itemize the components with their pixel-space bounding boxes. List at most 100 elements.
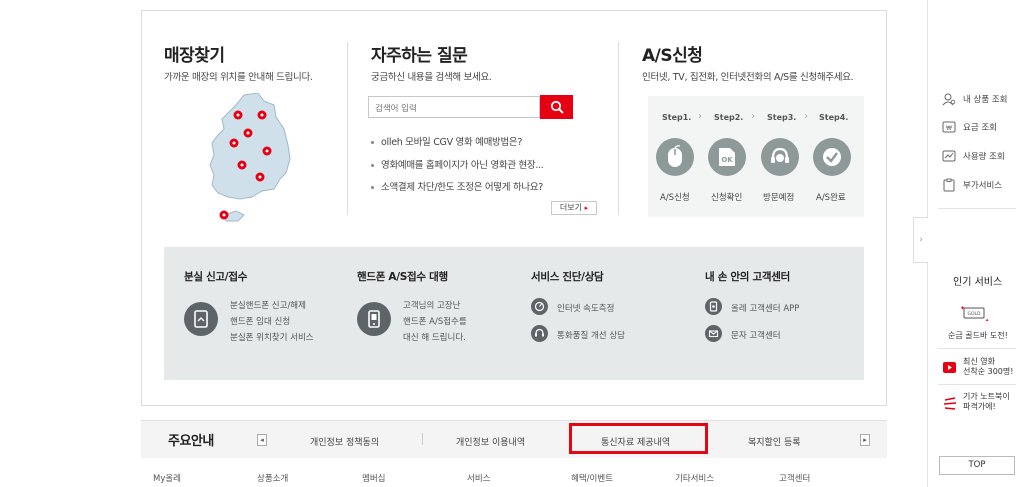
svg-text:₩: ₩	[946, 125, 952, 132]
chevron-right-icon: ›	[698, 111, 702, 122]
footer-nav-item[interactable]: My올레	[153, 472, 181, 484]
as-step-1[interactable]	[656, 138, 694, 176]
sms-center-link[interactable]: 문자 고객센터	[731, 329, 781, 341]
footer-nav-item[interactable]: 서비스	[467, 472, 490, 484]
svg-text:OK: OK	[721, 156, 733, 164]
store-finder-subtitle: 가까운 매장의 위치를 안내해 드립니다.	[164, 72, 313, 83]
check-icon	[823, 148, 841, 166]
search-button[interactable]	[540, 95, 573, 119]
prev-arrow-icon[interactable]: ◂	[257, 434, 267, 446]
hand-center-title: 내 손 안의 고객센터	[705, 271, 790, 283]
chevron-right-icon: ›	[804, 111, 808, 122]
search-icon	[550, 100, 564, 114]
as-subtitle: 인터넷, TV, 집전화, 인터넷전화의 A/S를 신청해주세요.	[642, 72, 854, 83]
link[interactable]: 분실폰 위치찾기 서비스	[230, 330, 314, 346]
link[interactable]: 분실핸드폰 신고/해제	[230, 298, 314, 314]
svg-text:✦: ✦	[985, 318, 989, 324]
as-title[interactable]: A/S신청	[642, 41, 703, 66]
headset-icon	[531, 325, 548, 342]
notice-item[interactable]: 개인정보 정책동의	[310, 435, 379, 448]
divider	[347, 42, 348, 215]
step-label: Step1.	[662, 113, 692, 122]
phone-as-desc: 고객님의 고장난 핸드폰 A/S접수를 대신 해 드립니다.	[403, 298, 467, 346]
step-label: Step2.	[714, 113, 744, 122]
chevron-right-icon: ›	[751, 111, 755, 122]
svg-text:✦: ✦	[960, 305, 965, 312]
sidebar-item-addon[interactable]: 부가서비스	[942, 177, 1002, 193]
popular-item-label: 기가 노트북이 파격가에!	[963, 392, 1010, 411]
step-name: 방문예정	[763, 193, 795, 203]
sidebar-item-label: 부가서비스	[963, 181, 1003, 191]
notice-title: 주요안내	[168, 434, 214, 449]
popular-item-label: 순금 골드바 도전!	[948, 331, 1008, 340]
highlight-box	[569, 423, 708, 454]
popular-item-label: 최신 영화 선착순 300명!	[963, 357, 1014, 376]
customer-center-page: 매장찾기 가까운 매장의 위치를 안내해 드립니다. 자주하는 질문 궁금하신 …	[0, 0, 1024, 487]
faq-item[interactable]: olleh 모바일 CGV 영화 예매방법은?	[371, 134, 544, 157]
footer-nav-item[interactable]: 멤버십	[362, 472, 385, 484]
message-icon	[705, 325, 722, 342]
phone-as-title[interactable]: 핸드폰 A/S접수 대행	[357, 269, 448, 284]
step-label: Step4.	[819, 113, 849, 122]
sidebar-item-usage[interactable]: 사용량 조회	[942, 148, 1005, 164]
app-icon	[705, 298, 722, 315]
play-icon	[943, 362, 956, 373]
link[interactable]: 핸드폰 임대 신청	[230, 314, 314, 330]
notice-item[interactable]: 복지할인 등록	[748, 435, 801, 448]
lost-phone-icon	[184, 302, 218, 336]
footer-nav-item[interactable]: 혜택/이벤트	[571, 472, 613, 484]
text-line: 고객님의 고장난	[403, 301, 461, 311]
text-line: 핸드폰 A/S접수를	[403, 317, 467, 327]
sidebar-item-bill[interactable]: ₩ 요금 조회	[942, 119, 997, 135]
faq-list: olleh 모바일 CGV 영화 예매방법은? 영화예매를 홈페이지가 아닌 영…	[371, 134, 544, 202]
step-name: A/S신청	[660, 193, 690, 203]
popular-services-title: 인기 서비스	[953, 277, 1003, 288]
lost-report-links: 분실핸드폰 신고/해제 핸드폰 임대 신청 분실폰 위치찾기 서비스	[230, 298, 314, 346]
divider	[938, 208, 1016, 209]
step-name: 신청확인	[711, 193, 743, 203]
lost-report-title[interactable]: 분실 신고/접수	[184, 269, 247, 284]
footer-nav-item[interactable]: 기타서비스	[675, 472, 714, 484]
chevron-right-icon: ▸	[584, 204, 589, 212]
as-step-3[interactable]	[761, 138, 799, 176]
faq-title: 자주하는 질문	[371, 46, 468, 66]
separator	[422, 433, 423, 445]
clipboard-icon	[943, 178, 955, 192]
faq-more-button[interactable]: 더보기 ▸	[551, 201, 597, 215]
speed-test-link[interactable]: 인터넷 속도측정	[557, 302, 614, 314]
faq-subtitle: 궁금하신 내용을 검색해 보세요.	[371, 72, 492, 83]
as-step-2[interactable]: OK	[708, 138, 746, 176]
faq-item[interactable]: 영화예매를 홈페이지가 아닌 영화관 현장...	[371, 157, 544, 180]
footer-nav-item[interactable]: 상품소개	[257, 472, 288, 484]
usage-chart-icon	[942, 150, 956, 162]
bill-icon: ₩	[942, 121, 956, 133]
giga-icon	[943, 397, 957, 410]
phone-repair-icon	[357, 302, 391, 336]
store-finder-title[interactable]: 매장찾기	[164, 41, 225, 66]
diagnosis-title: 서비스 진단/상담	[531, 271, 604, 283]
speed-gauge-icon	[531, 298, 548, 315]
call-quality-link[interactable]: 통화품질 개선 상담	[557, 329, 625, 341]
sidebar-item-my-products[interactable]: 내 상품 조회	[942, 91, 1008, 107]
faq-search-input[interactable]: 검색어 입력	[368, 96, 540, 118]
as-step-4[interactable]	[813, 138, 851, 176]
gold-bar-icon: GOLD ✦ ✦	[960, 305, 989, 324]
step-label: Step3.	[767, 113, 797, 122]
ok-icon: OK	[719, 148, 735, 166]
sidebar-item-label: 요금 조회	[963, 123, 997, 133]
user-search-icon	[942, 93, 956, 106]
top-button[interactable]: TOP	[939, 456, 1015, 475]
footer-nav-item[interactable]: 고객센터	[779, 472, 810, 484]
text-line: 대신 해 드립니다.	[403, 333, 466, 343]
divider	[938, 348, 1016, 349]
svg-text:GOLD: GOLD	[967, 311, 981, 317]
faq-item[interactable]: 소액결제 차단/한도 조정은 어떻게 하나요?	[371, 179, 544, 202]
korea-map-icon[interactable]	[204, 93, 296, 225]
divider	[938, 384, 1016, 385]
sidebar-toggle-button[interactable]: ›	[913, 217, 928, 263]
app-link[interactable]: 올레 고객센터 APP	[731, 302, 799, 314]
next-arrow-icon[interactable]: ▸	[860, 434, 870, 446]
notice-item[interactable]: 개인정보 이용내역	[456, 435, 525, 448]
mouse-icon	[668, 145, 682, 167]
sidebar-item-label: 사용량 조회	[963, 152, 1005, 162]
